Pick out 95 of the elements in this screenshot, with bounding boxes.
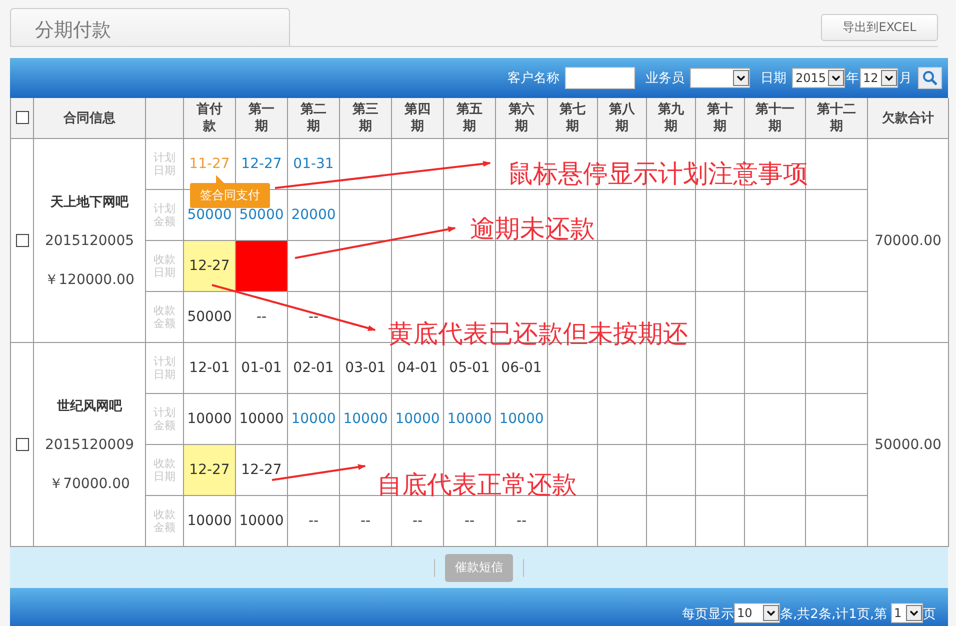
cell-value: 12-27 [189, 258, 230, 274]
cell-value: 10000 [187, 411, 232, 427]
page-select[interactable]: 1 [891, 603, 923, 623]
cell-value: 50000 [187, 207, 232, 223]
column-header: 第四期 [404, 101, 430, 135]
column-header: 第一期 [248, 101, 274, 135]
column-header: 第五期 [456, 101, 482, 135]
cell-value: 05-01 [449, 360, 490, 376]
row-label: 收款日期 [154, 253, 176, 279]
column-header: 第八期 [609, 101, 635, 135]
outstanding-total: 50000.00 [868, 342, 948, 546]
caret-icon [828, 70, 844, 86]
column-header: 首付款 [196, 101, 222, 135]
cell-value: -- [360, 513, 371, 529]
customer-name: 世纪风网吧 [56, 398, 124, 414]
cell-value: 10000 [395, 411, 440, 427]
column-header: 合同信息 [34, 98, 146, 138]
cell-value: 02-01 [293, 360, 334, 376]
cell-value: -- [308, 513, 319, 529]
customer-name-field[interactable] [565, 67, 636, 89]
caret-icon [881, 70, 897, 86]
annotation-text: 鼠标悬停显示计划注意事项 [508, 158, 808, 190]
cell-value: 10000 [343, 411, 388, 427]
row-label: 计划日期 [154, 151, 176, 177]
annotation-text: 黄底代表已还款但未按期还 [388, 318, 688, 350]
cell-value: 12-27 [241, 156, 282, 172]
annotation-text: 逾期未还款 [470, 213, 595, 245]
pager-label: 每页显示 [682, 606, 734, 623]
annotation-text: 自底代表正常还款 [377, 469, 577, 501]
field-label: 客户名称 [507, 70, 560, 87]
search-button[interactable] [918, 67, 942, 89]
pager-summary: 条,共2条,计1页,第 [780, 606, 887, 623]
cell-value: 01-31 [293, 156, 334, 172]
cell-value: -- [516, 513, 527, 529]
cell-value: -- [464, 513, 475, 529]
row-label: 收款日期 [154, 457, 176, 483]
cell-value: 10000 [239, 411, 284, 427]
cell-value: 50000 [239, 207, 284, 223]
cell-value: 12-01 [189, 360, 230, 376]
pager-label: 页 [923, 606, 936, 623]
cell-value: 10000 [187, 513, 232, 529]
unit-label: 年 [846, 70, 859, 87]
contract-number: 2015120009 [44, 436, 136, 452]
caret-icon [906, 605, 922, 621]
column-header: 第九期 [658, 101, 684, 135]
contract-amount: ￥120000.00 [44, 270, 136, 288]
cell-value: 20000 [291, 207, 336, 223]
row-label: 计划金额 [154, 202, 176, 228]
cell-value: -- [308, 309, 319, 325]
checkbox[interactable] [16, 438, 28, 452]
cell-value: -- [256, 309, 267, 325]
column-header: 第七期 [560, 101, 586, 135]
export-button[interactable]: 导出到EXCEL [821, 14, 938, 41]
cell-value: 11-27 [189, 156, 230, 172]
cell-value: 50000 [187, 309, 232, 325]
cell-value: 10000 [291, 411, 336, 427]
cell-value: 10000 [239, 513, 284, 529]
checkbox[interactable] [16, 234, 28, 248]
column-header: 第十期 [707, 101, 733, 135]
column-header: 第二期 [300, 101, 326, 135]
caret-icon [733, 70, 750, 86]
field-label: 日期 [760, 70, 786, 87]
cell-value: 12-27 [241, 462, 282, 478]
cell-value: 03-01 [345, 360, 386, 376]
cell-value: 06-01 [501, 360, 542, 376]
column-header: 第十二期 [817, 101, 856, 135]
contract-number: 2015120005 [44, 232, 136, 248]
page-size-select[interactable]: 10 [734, 603, 780, 623]
cell-value: -- [412, 513, 423, 529]
row-label: 收款金额 [154, 508, 176, 534]
tooltip-pointer [216, 175, 224, 183]
row-label: 计划日期 [154, 355, 176, 381]
column-header: 第十一期 [756, 101, 794, 135]
row-label: 计划金额 [154, 406, 176, 432]
year-select[interactable]: 2015 [792, 68, 845, 88]
column-header: 欠款合计 [868, 98, 948, 138]
salesman-select[interactable] [690, 68, 750, 88]
cell-value: 01-01 [241, 360, 282, 376]
contract-amount: ￥70000.00 [48, 474, 131, 492]
unit-label: 月 [899, 70, 912, 87]
search-icon [922, 70, 938, 86]
column-header: 第三期 [352, 101, 378, 135]
checkbox[interactable] [16, 111, 28, 124]
field-label: 业务员 [645, 70, 684, 87]
cell-value: 04-01 [397, 360, 438, 376]
cell-value: 10000 [499, 411, 544, 427]
page-title-tab[interactable]: 分期付款 [10, 8, 290, 46]
column-header: 第六期 [508, 101, 534, 135]
customer-name: 天上地下网吧 [49, 194, 130, 210]
cell-value: 10000 [447, 411, 492, 427]
month-select[interactable]: 12 [860, 68, 898, 88]
row-label: 收款金额 [154, 304, 176, 330]
outstanding-total: 70000.00 [868, 138, 948, 342]
cell-value: 12-27 [189, 462, 230, 478]
caret-icon [763, 605, 780, 621]
